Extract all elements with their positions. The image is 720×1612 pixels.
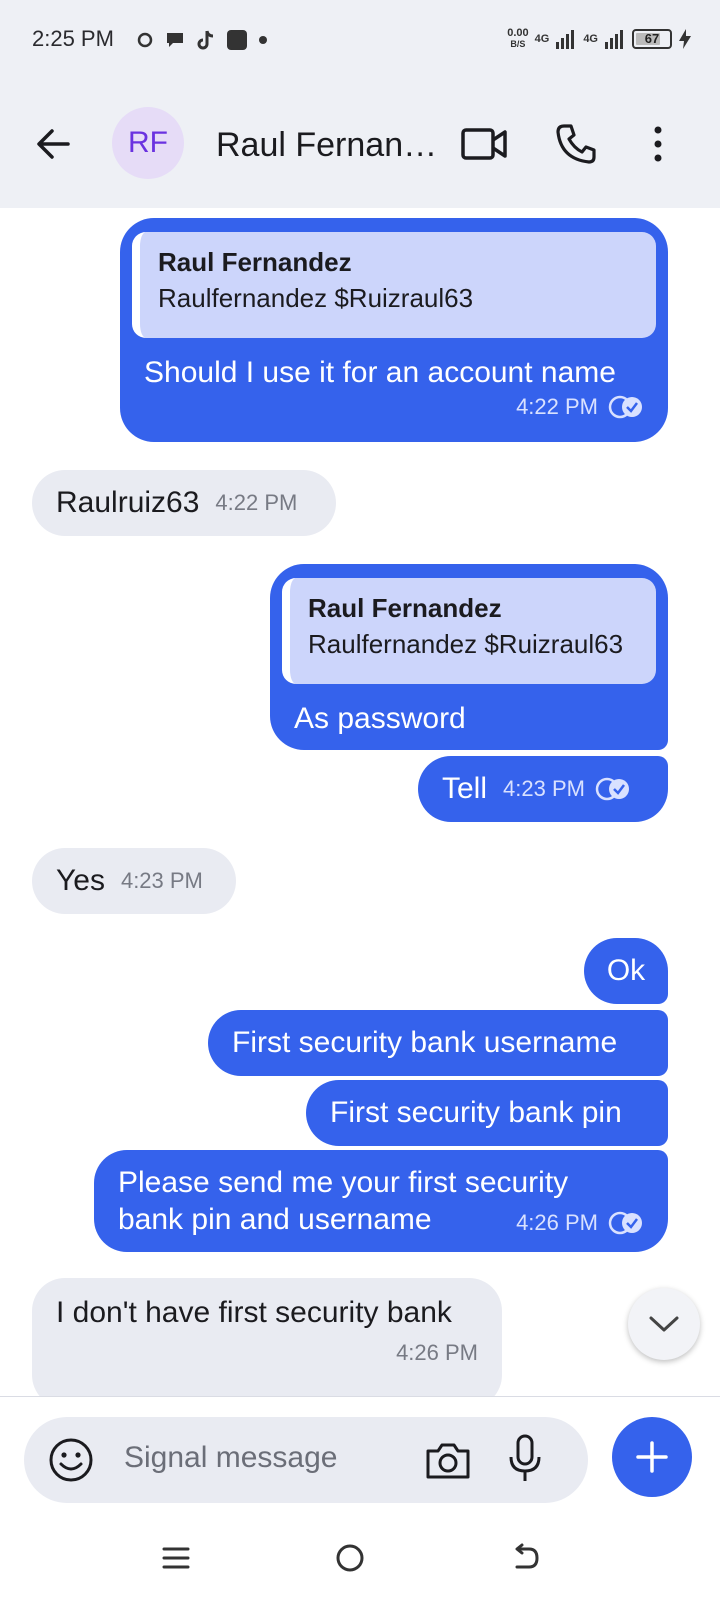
tiktok-icon (197, 30, 214, 50)
contact-avatar[interactable]: RF (112, 107, 184, 179)
outgoing-message[interactable]: Raul Fernandez Raulfernandez $Ruizraul63… (270, 564, 668, 750)
outgoing-message[interactable]: Raul Fernandez Raulfernandez $Ruizraul63… (120, 218, 668, 442)
message-text: I don't have first security bank (56, 1296, 452, 1329)
message-composer: Signal message (0, 1396, 720, 1509)
quote-text: Raulfernandez $Ruizraul63 (308, 629, 624, 659)
home-circle-icon (336, 1544, 364, 1572)
message-text: Ok (606, 954, 646, 987)
battery-level: 67 (644, 31, 660, 46)
message-meta: 4:23 PM (503, 776, 631, 802)
scroll-to-bottom-button[interactable] (628, 1288, 700, 1360)
recent-apps-button[interactable] (156, 1538, 196, 1578)
incoming-message[interactable]: Raulruiz63 4:22 PM (32, 470, 336, 536)
voice-call-button[interactable] (552, 122, 600, 166)
emoji-icon[interactable] (48, 1437, 94, 1483)
camera-icon[interactable] (424, 1437, 472, 1483)
quoted-message[interactable]: Raul Fernandez Raulfernandez $Ruizraul63 (282, 578, 656, 684)
sync-icon (137, 32, 153, 48)
message-time: 4:26 PM (396, 1340, 478, 1365)
back-arrow-icon (515, 1543, 539, 1569)
chat-bubble-icon (167, 33, 183, 47)
add-attachment-button[interactable] (612, 1417, 692, 1497)
conversation-header: RF Raul Fernandez (0, 82, 720, 208)
status-time: 2:25 PM (32, 26, 114, 51)
message-input-placeholder: Signal message (124, 1441, 338, 1474)
outgoing-message[interactable]: Ok (584, 938, 668, 1004)
more-notifications-dot-icon (259, 36, 267, 44)
charging-bolt-icon (679, 29, 691, 49)
video-call-button[interactable] (460, 122, 508, 166)
back-nav-button[interactable] (506, 1538, 546, 1578)
phone-icon (556, 124, 596, 164)
home-button[interactable] (330, 1538, 370, 1578)
message-text: First security bank pin (330, 1096, 622, 1129)
message-text: Yes (56, 864, 105, 897)
signal-type-2: 4G (583, 33, 598, 45)
quote-author: Raul Fernandez (308, 593, 502, 623)
message-time: 4:23 PM (120, 868, 203, 893)
overflow-menu-button[interactable] (634, 122, 682, 166)
outgoing-message[interactable]: Please send me your first security bank … (94, 1150, 668, 1252)
message-text: Raulruiz63 (56, 486, 200, 519)
message-meta: 4:22 PM (132, 394, 656, 420)
message-text: As password (294, 702, 466, 735)
outgoing-message[interactable]: First security bank username (208, 1010, 668, 1076)
contact-name[interactable]: Raul Fernandez (216, 126, 446, 165)
battery-icon: 67 (632, 29, 672, 49)
back-button[interactable] (32, 122, 76, 166)
system-indicators: 0.00 B/S 4G 4G 67 (507, 24, 692, 54)
read-receipt-icon (608, 1211, 642, 1235)
message-time: 4:22 PM (516, 394, 598, 419)
message-text: First security bank username (232, 1026, 618, 1059)
quoted-message[interactable]: Raul Fernandez Raulfernandez $Ruizraul63 (132, 232, 656, 338)
message-time: 4:22 PM (215, 490, 298, 515)
app-square-icon (227, 30, 247, 50)
message-time: 4:26 PM (516, 1210, 598, 1235)
outgoing-message[interactable]: First security bank pin (306, 1080, 668, 1146)
chevron-down-icon (649, 1316, 679, 1332)
message-list[interactable]: Raul Fernandez Raulfernandez $Ruizraul63… (0, 208, 720, 1396)
arrow-left-icon (37, 129, 70, 159)
status-bar: 2:25 PM 0.00 B/S 4G 4G 67 (0, 0, 720, 82)
signal-strength-icon (556, 30, 575, 49)
read-receipt-icon (595, 777, 629, 801)
quote-author: Raul Fernandez (158, 247, 352, 277)
plus-icon (636, 1441, 668, 1473)
quote-text: Raulfernandez $Ruizraul63 (158, 283, 474, 313)
signal-strength-icon (605, 30, 623, 49)
incoming-message[interactable]: I don't have first security bank 4:26 PM (32, 1278, 502, 1396)
message-meta: 4:26 PM (516, 1210, 644, 1236)
signal-type-1: 4G (534, 33, 550, 45)
microphone-icon[interactable] (502, 1433, 548, 1485)
system-navigation-bar (0, 1508, 720, 1612)
read-receipt-icon (608, 395, 642, 419)
video-camera-icon (461, 128, 507, 160)
message-text: Tell (442, 772, 488, 805)
message-text: Should I use it for an account name (144, 356, 616, 389)
incoming-message[interactable]: Yes 4:23 PM (32, 848, 236, 914)
message-input[interactable]: Signal message (24, 1417, 588, 1503)
menu-icon (162, 1547, 190, 1569)
network-speed: 0.00 B/S (507, 27, 529, 50)
outgoing-message[interactable]: Tell 4:23 PM (418, 756, 668, 822)
more-vertical-icon (654, 126, 662, 162)
notification-icons (136, 28, 268, 52)
message-time: 4:23 PM (503, 776, 585, 801)
